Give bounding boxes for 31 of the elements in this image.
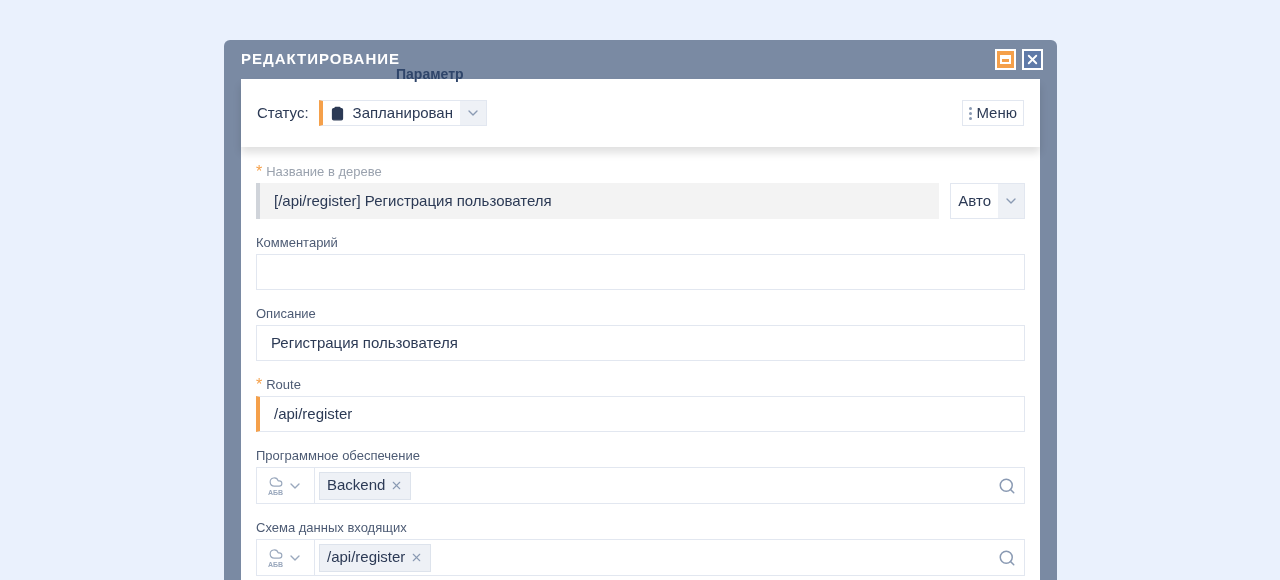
field-label: Route	[266, 375, 301, 394]
field-label: Комментарий	[256, 233, 338, 252]
maximize-button[interactable]	[995, 49, 1016, 70]
status-label: Статус:	[257, 102, 309, 123]
field-label: Название в дереве	[266, 162, 382, 181]
text-field[interactable]: Регистрация пользователя	[256, 325, 1025, 361]
field-label: Схема данных входящих	[256, 518, 407, 537]
close-icon	[1025, 52, 1040, 67]
text-field[interactable]	[256, 254, 1025, 290]
close-button[interactable]	[1022, 49, 1043, 70]
more-vertical-icon	[969, 106, 973, 120]
backdrop-column-heading: Параметр	[396, 66, 464, 84]
search-icon[interactable]	[998, 548, 1016, 567]
cloud-icon	[268, 475, 283, 489]
text-field[interactable]: [/api/register] Регистрация пользователя	[256, 183, 940, 219]
tag-chip: Backend	[319, 471, 412, 500]
chevron-down-icon	[998, 184, 1024, 218]
search-icon[interactable]	[998, 476, 1016, 495]
auto-dropdown[interactable]: Авто	[950, 183, 1025, 219]
tag-chip: /api/register	[319, 543, 432, 572]
required-asterisk: *	[256, 376, 263, 393]
cloud-icon	[268, 547, 283, 561]
text-field[interactable]: /api/register	[256, 396, 1025, 432]
chevron-down-icon	[460, 101, 486, 125]
field-label: Программное обеспечение	[256, 446, 420, 465]
clipboard-icon	[329, 105, 345, 121]
dialog-title: РЕДАКТИРОВАНИЕ	[241, 49, 400, 69]
menu-button[interactable]: Меню	[962, 100, 1024, 126]
status-dropdown[interactable]: Запланирован	[318, 100, 487, 126]
field-label: Описание	[256, 304, 316, 323]
required-asterisk: *	[256, 163, 263, 180]
